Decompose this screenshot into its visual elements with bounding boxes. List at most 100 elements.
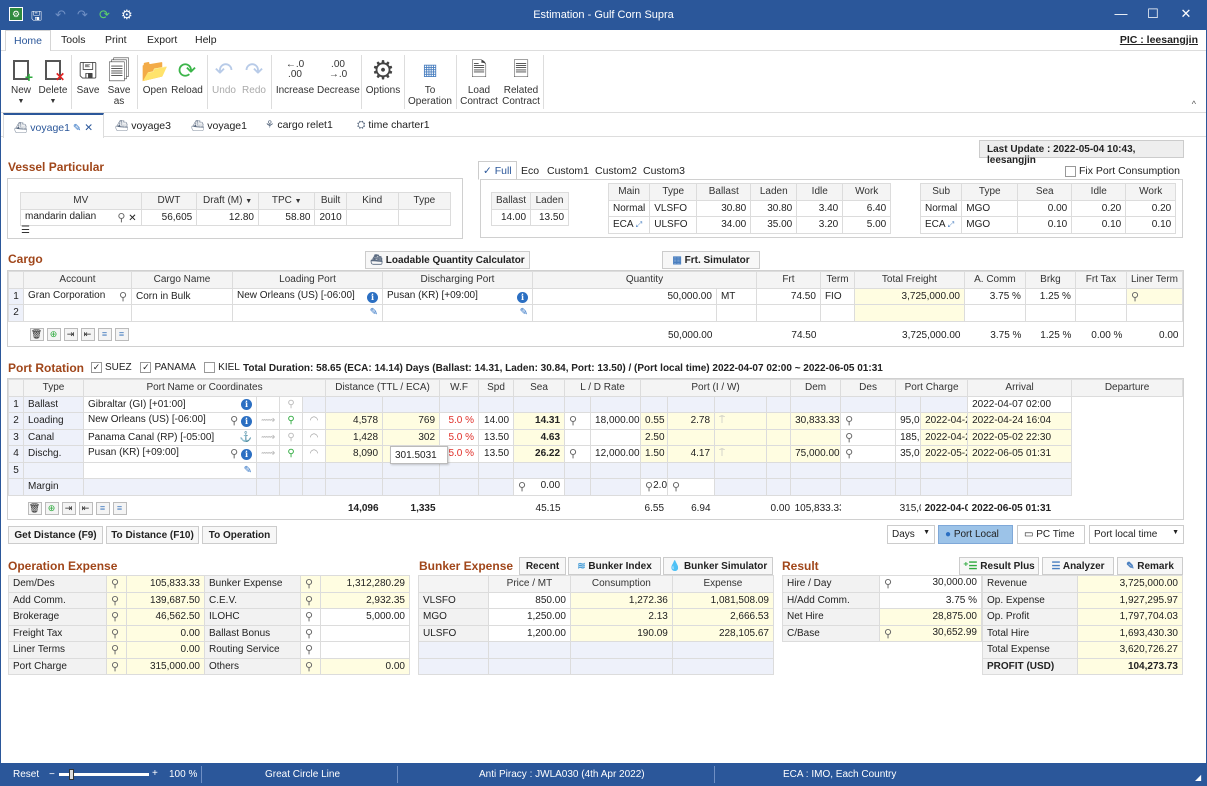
draft-value[interactable]: 12.80 (196, 208, 259, 226)
port-charge-search[interactable] (840, 461, 897, 479)
result-value[interactable]: ⚲ 30,000.00 (879, 575, 982, 593)
outdent-icon[interactable]: ⇤ (78, 501, 93, 515)
ld-rate-field[interactable] (590, 461, 642, 479)
gauge-cell[interactable]: ◠ (301, 428, 327, 446)
speed-field[interactable] (478, 461, 515, 479)
tab-full[interactable]: ✓ Full (478, 161, 517, 180)
ld-search-cell[interactable] (564, 395, 592, 413)
port-type-field[interactable] (23, 461, 84, 479)
port-idle-days[interactable] (640, 395, 669, 413)
weather-factor[interactable]: 5.0 % (439, 412, 480, 430)
reload-button[interactable]: ⟳ Reload (171, 55, 203, 96)
departure-field[interactable]: 2022-06-05 01:31 (967, 445, 1073, 463)
port-name-field[interactable]: ✎ (83, 461, 257, 479)
ld-search-cell[interactable] (564, 461, 592, 479)
time-mode-select[interactable]: Port local time ▼ (1089, 525, 1184, 544)
delete-row-icon[interactable]: 🗑 (29, 327, 44, 341)
map-pin-cell[interactable]: ⚲ (279, 395, 303, 413)
port-work-days[interactable]: 2.78 (667, 412, 716, 430)
port-work-days[interactable] (667, 395, 716, 413)
minimize-button[interactable]: — (1106, 6, 1136, 21)
save-as-button[interactable]: 🗐 Save as (105, 55, 133, 107)
info-icon[interactable]: i (241, 398, 252, 410)
search-icon[interactable]: ⚲ (230, 415, 238, 427)
delete-button[interactable]: ✕ Delete ▼ (37, 55, 69, 107)
route-icon-cell[interactable]: ⟿ (256, 428, 280, 446)
insert-below-icon[interactable]: ≡ (114, 327, 129, 341)
gauge-cell[interactable] (301, 461, 327, 479)
ld-rate-field[interactable]: 12,000.00 (590, 445, 642, 463)
dem-field[interactable] (766, 412, 792, 430)
eca-status[interactable]: ECA : IMO, Each Country (783, 769, 896, 780)
search-icon[interactable]: ⚲ (884, 578, 892, 590)
panama-checkbox[interactable]: ✓ PANAMA (140, 362, 195, 373)
account-field[interactable]: Gran Corporation ⚲ (23, 287, 132, 305)
search-icon[interactable]: ⚲ (117, 212, 125, 224)
port-idle-days[interactable]: 1.50 (640, 445, 669, 463)
bunker-simulator-button[interactable]: 💧 Bunker Simulator (663, 557, 773, 575)
distance-eca[interactable] (382, 461, 441, 479)
eca-link-icon[interactable]: ⤢ (948, 220, 954, 229)
port-work-days[interactable] (667, 461, 716, 479)
result-value[interactable]: 3.75 % (879, 591, 982, 609)
zoom-slider[interactable] (59, 769, 149, 780)
speed-field[interactable] (478, 395, 515, 413)
distance-eca[interactable] (382, 395, 441, 413)
port-name-field[interactable]: Pusan (KR) [+09:00] ⚲ i (83, 445, 257, 463)
speed-field[interactable]: 14.00 (478, 412, 515, 430)
related-contract-button[interactable]: 🗏 Related Contract (501, 55, 541, 108)
port-work-days[interactable]: 4.17 (667, 445, 716, 463)
ballast-speed[interactable]: 14.00 (490, 208, 532, 226)
type-value[interactable] (397, 208, 452, 226)
liner-term-field[interactable]: ⚲ (1125, 287, 1184, 305)
search-icon[interactable]: ⚲ (119, 290, 127, 303)
ld-rate-field[interactable] (590, 395, 642, 413)
des-field[interactable] (790, 461, 842, 479)
col-tpc[interactable]: TPC ▼ (257, 192, 316, 210)
gauge-cell[interactable]: ◠ (301, 412, 327, 430)
route-icon-cell[interactable]: ⟿ (256, 412, 280, 430)
port-local-toggle[interactable]: ● Port Local (938, 525, 1013, 544)
pic-link[interactable]: PIC : leesangjin (1120, 34, 1198, 46)
mv-field[interactable]: mandarin dalian ⚲ ✕ (20, 208, 142, 226)
analyzer-button[interactable]: ☰ Analyzer (1042, 557, 1114, 575)
dem-field[interactable] (766, 428, 792, 446)
col-draft[interactable]: Draft (M) ▼ (196, 192, 259, 210)
maximize-button[interactable]: ☐ (1138, 6, 1168, 22)
port-type-field[interactable]: Dischg. (23, 445, 84, 463)
des-field[interactable] (790, 395, 842, 413)
tab-custom1[interactable]: Custom1 (547, 165, 589, 177)
info-icon[interactable]: i (517, 291, 528, 303)
brkg-field[interactable]: 1.25 % (1024, 287, 1076, 305)
frt-field[interactable]: 74.50 (755, 287, 821, 305)
tpc-value[interactable]: 58.80 (257, 208, 316, 226)
departure-field[interactable] (967, 461, 1073, 479)
term-field[interactable]: FIO (819, 287, 855, 305)
map-pin-cell[interactable]: ⚲ (279, 412, 303, 430)
route-icon-cell[interactable] (256, 461, 280, 479)
remark-button[interactable]: ✎ Remark (1117, 557, 1183, 575)
des-field[interactable]: 30,833.33 (790, 412, 842, 430)
price-field[interactable]: 850.00 (488, 591, 571, 609)
des-field[interactable]: 75,000.00 (790, 445, 842, 463)
get-distance-button[interactable]: Get Distance (F9) (8, 526, 103, 544)
kind-value[interactable] (345, 208, 399, 226)
freight-simulator-button[interactable]: ▦ Frt. Simulator (662, 251, 760, 269)
expense-value[interactable]: 5,000.00 (320, 608, 410, 626)
port-idle-days[interactable]: 0.55 (640, 412, 669, 430)
ld-search-cell[interactable]: ⚲ (564, 445, 592, 463)
crane-cell[interactable] (714, 428, 768, 446)
eca-link-icon[interactable]: ⤢ (636, 220, 642, 229)
fix-port-consumption-checkbox[interactable]: Fix Port Consumption (1065, 165, 1180, 177)
ld-rate-field[interactable] (590, 428, 642, 446)
zoom-in-icon[interactable]: + (152, 768, 158, 779)
to-operation-button[interactable]: To Operation (202, 526, 277, 544)
days-select[interactable]: Days ▼ (887, 525, 935, 544)
save-button[interactable]: 🖫 Save (75, 55, 101, 96)
tab-cargo-relet1[interactable]: ⚘ cargo relet1 (255, 113, 343, 137)
distance-ttl[interactable]: 1,428 (325, 428, 384, 446)
port-charge-field[interactable]: 35,000.00 (895, 445, 922, 463)
map-pin-cell[interactable] (279, 461, 303, 479)
options-button[interactable]: ⚙ Options (365, 55, 401, 97)
port-type-field[interactable]: Loading (23, 412, 84, 430)
